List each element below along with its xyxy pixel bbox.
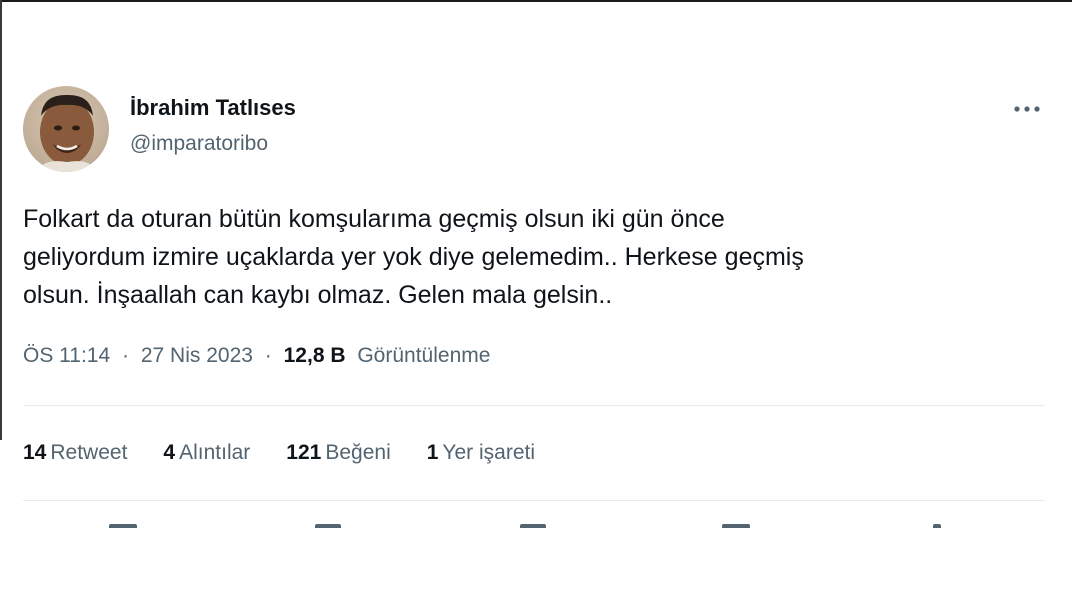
engagement-stats: 14 Retweet 4 Alıntılar 121 Beğeni 1 Yer işar… bbox=[23, 438, 571, 468]
divider bbox=[23, 500, 1045, 501]
author-block: İbrahim Tatlıses @imparatoribo bbox=[130, 94, 296, 157]
tweet-detail-view: İbrahim Tatlıses @imparatoribo Folkart d… bbox=[0, 0, 1072, 604]
heart-icon[interactable] bbox=[520, 524, 546, 528]
likes-count: 121 bbox=[286, 441, 322, 464]
share-icon[interactable] bbox=[933, 524, 941, 528]
action-bar bbox=[23, 520, 1045, 528]
more-horizontal-icon bbox=[1014, 106, 1040, 112]
views-label: Görüntülenme bbox=[357, 344, 491, 367]
more-options-button[interactable] bbox=[1008, 96, 1046, 122]
retweets-stat[interactable]: 14 Retweet bbox=[23, 438, 127, 468]
tweet-text-line: geliyordum izmire uçaklarda yer yok diye… bbox=[23, 243, 804, 271]
meta-separator: · bbox=[122, 344, 130, 367]
divider bbox=[23, 405, 1045, 406]
retweets-count: 14 bbox=[23, 441, 47, 464]
tweet-meta: ÖS 11:14 · 27 Nis 2023 · 12,8 B Görüntül… bbox=[23, 341, 490, 371]
tweet-text-line: Folkart da oturan bütün komşularıma geçm… bbox=[23, 205, 725, 233]
tweet-text: Folkart da oturan bütün komşularıma geçm… bbox=[23, 200, 1023, 314]
likes-stat[interactable]: 121 Beğeni bbox=[286, 438, 390, 468]
retweets-label: Retweet bbox=[50, 441, 128, 464]
avatar[interactable] bbox=[23, 86, 109, 172]
window-top-edge bbox=[0, 0, 1072, 2]
bookmark-icon[interactable] bbox=[722, 524, 750, 528]
window-left-edge bbox=[0, 0, 2, 440]
likes-label: Beğeni bbox=[325, 441, 391, 464]
author-display-name[interactable]: İbrahim Tatlıses bbox=[130, 94, 296, 122]
reply-icon[interactable] bbox=[109, 524, 137, 528]
tweet-time[interactable]: ÖS 11:14 bbox=[23, 344, 110, 367]
quotes-label: Alıntılar bbox=[179, 441, 251, 464]
tweet-text-line: olsun. İnşaallah can kaybı olmaz. Gelen … bbox=[23, 281, 613, 309]
quotes-stat[interactable]: 4 Alıntılar bbox=[163, 438, 250, 468]
tweet-date[interactable]: 27 Nis 2023 bbox=[141, 344, 253, 367]
bookmarks-stat[interactable]: 1 Yer işareti bbox=[427, 438, 535, 468]
author-handle[interactable]: @imparatoribo bbox=[130, 131, 296, 157]
meta-separator: · bbox=[264, 344, 272, 367]
bookmarks-label: Yer işareti bbox=[442, 441, 536, 464]
quotes-count: 4 bbox=[163, 441, 176, 464]
retweet-icon[interactable] bbox=[315, 524, 341, 528]
bookmarks-count: 1 bbox=[426, 441, 439, 464]
views-count: 12,8 B bbox=[283, 344, 346, 367]
